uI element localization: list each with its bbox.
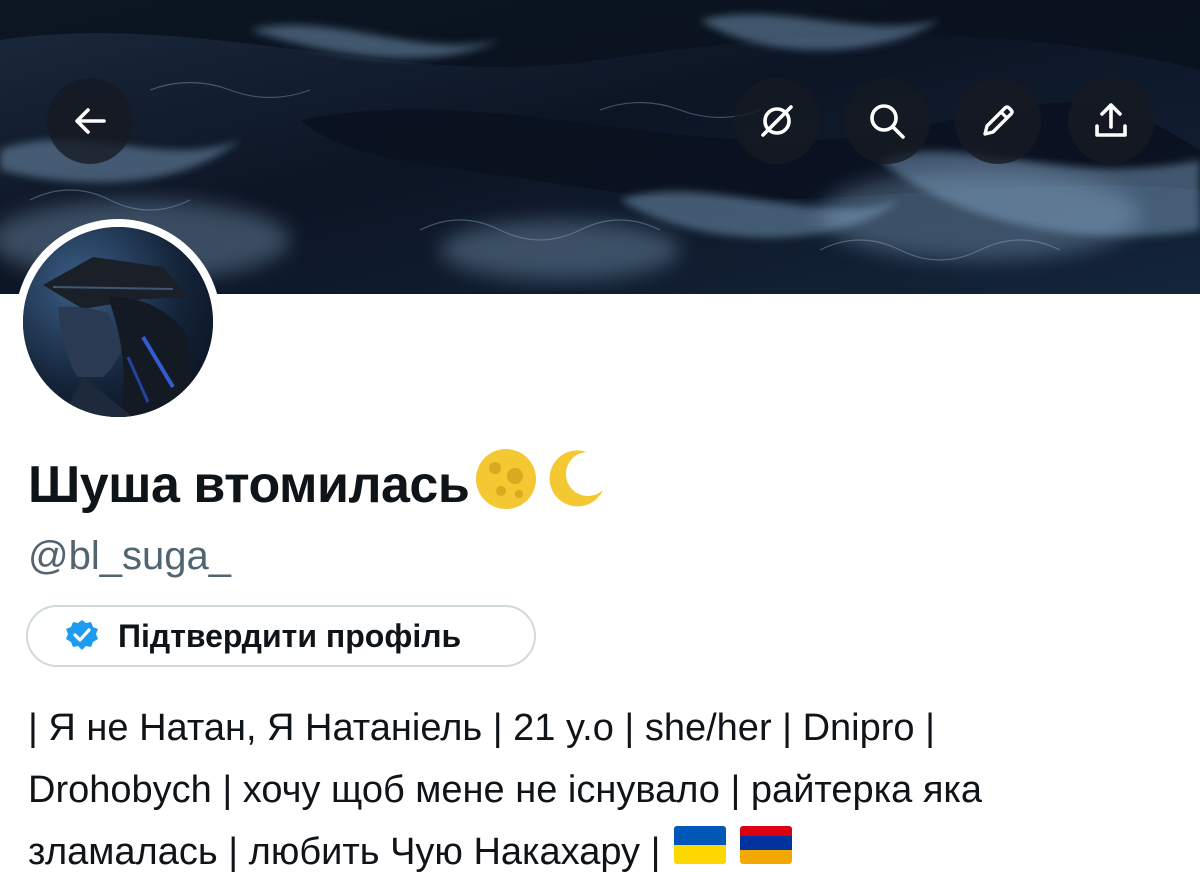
back-button[interactable] [47,78,133,164]
pencil-icon [983,105,1014,136]
username-handle: @bl_suga_ [28,534,231,578]
arrow-left-icon [75,108,106,134]
edit-button[interactable] [955,78,1041,164]
display-name-text: Шуша втомилась [28,456,470,514]
ukraine-flag [674,821,727,883]
share-button[interactable] [1068,78,1154,164]
verify-profile-label: Підтвердити профіль [118,617,462,654]
slashed-circle-icon [761,105,793,137]
bio-line-text: зламалась | любить Чую Накахару | [28,831,661,873]
crescent-moon-emoji [543,446,609,525]
search-button[interactable] [844,78,930,164]
avatar-image [23,227,213,417]
avatar[interactable] [15,219,221,425]
bio-line: зламалась | любить Чую Накахару | [28,821,1188,883]
bio-line: Drohobych | хочу щоб мене не існувало | … [28,769,982,811]
profile-page: Шуша втомилась @bl_suga_ Підтвердити про… [0,0,1200,890]
profile-bio: | Я не Натан, Я Натаніель | 21 y.o | she… [28,697,1188,883]
verify-profile-button[interactable]: Підтвердити профіль [26,605,536,667]
armenia-flag [740,821,793,883]
verified-badge-icon [66,620,98,650]
display-name: Шуша втомилась [28,448,609,522]
bio-line: | Я не Натан, Я Натаніель | 21 y.o | she… [28,707,935,749]
full-moon-emoji [473,446,539,525]
grok-button[interactable] [734,78,820,164]
share-icon [1095,103,1127,137]
search-icon [870,104,905,139]
